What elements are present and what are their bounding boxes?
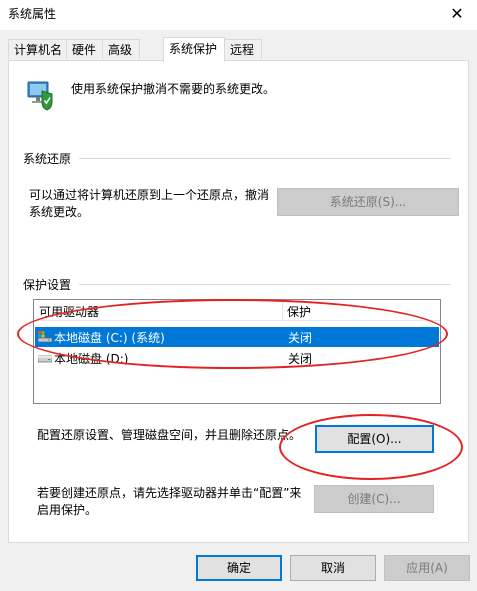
window-title: 系统属性	[8, 7, 57, 21]
protection-section-label: 保护设置	[23, 276, 78, 293]
tab-advanced[interactable]: 高级	[102, 39, 140, 59]
system-protection-panel: 使用系统保护撤消不需要的系统更改。 系统还原 可以通过将计算机还原到上一个还原点…	[8, 60, 469, 543]
column-header-protection[interactable]: 保护	[287, 303, 311, 320]
cancel-button[interactable]: 取消	[290, 555, 376, 581]
drive-name: 本地磁盘 (C:) (系统)	[54, 331, 165, 345]
list-header: 可用驱动器 保护	[34, 300, 440, 321]
create-button[interactable]: 创建(C)...	[314, 485, 434, 513]
configure-button[interactable]: 配置(O)...	[315, 425, 434, 453]
tab-system-protection[interactable]: 系统保护	[163, 37, 225, 62]
restore-description-2: 系统更改。	[29, 205, 90, 219]
column-separator[interactable]	[282, 300, 283, 320]
tab-hardware[interactable]: 硬件	[66, 39, 103, 59]
drive-row[interactable]: 本地磁盘 (D:) 关闭	[35, 348, 439, 368]
drive-list[interactable]: 可用驱动器 保护 本地磁盘 (C:) (系统) 关闭 本地磁盘 (D:) 关闭	[33, 299, 441, 404]
title-bar: 系统属性 ✕	[0, 0, 477, 30]
drive-name: 本地磁盘 (D:)	[54, 352, 129, 366]
create-description-1: 若要创建还原点，请先选择驱动器并单击“配置”来	[37, 486, 302, 500]
restore-section-label: 系统还原	[23, 150, 78, 167]
divider	[79, 284, 450, 285]
system-drive-icon	[38, 331, 52, 342]
ok-button[interactable]: 确定	[196, 555, 282, 581]
column-header-drives[interactable]: 可用驱动器	[39, 303, 99, 320]
close-button[interactable]: ✕	[445, 2, 469, 26]
header-description: 使用系统保护撤消不需要的系统更改。	[71, 82, 276, 96]
divider	[79, 158, 450, 159]
tab-computer-name[interactable]: 计算机名	[8, 39, 67, 59]
drive-protection-status: 关闭	[288, 352, 313, 366]
drive-icon	[38, 355, 52, 363]
tab-remote[interactable]: 远程	[224, 39, 262, 59]
apply-button[interactable]: 应用(A)	[384, 555, 470, 581]
drive-protection-status: 关闭	[288, 331, 313, 345]
restore-description-1: 可以通过将计算机还原到上一个还原点，撤消	[29, 188, 270, 202]
system-protection-icon	[27, 81, 53, 111]
drive-row[interactable]: 本地磁盘 (C:) (系统) 关闭	[35, 327, 439, 347]
create-description-2: 启用保护。	[37, 503, 98, 517]
system-restore-button[interactable]: 系统还原(S)...	[277, 188, 459, 216]
configure-description: 配置还原设置、管理磁盘空间，并且删除还原点。	[37, 428, 302, 442]
